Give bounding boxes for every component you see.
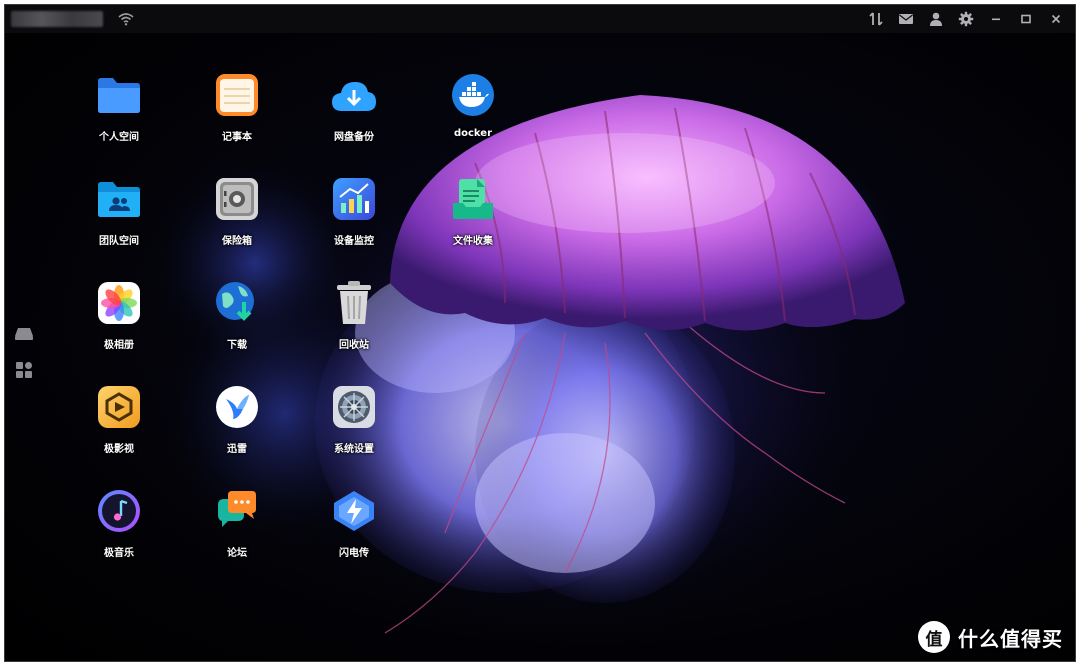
app-download[interactable]: 下载 [192, 279, 282, 351]
app-label: 迅雷 [227, 444, 247, 455]
folder-icon [95, 71, 143, 119]
cloud-upload-icon [330, 71, 378, 119]
app-label: 记事本 [222, 132, 252, 143]
team-folder-icon [95, 175, 143, 223]
download-globe-icon [213, 279, 261, 327]
app-system-settings[interactable]: 系统设置 [309, 383, 399, 455]
monitor-chart-icon [330, 175, 378, 223]
app-thunder[interactable]: 迅雷 [192, 383, 282, 455]
app-docker[interactable]: docker [428, 71, 518, 139]
transfer-icon[interactable] [865, 9, 887, 29]
app-team-space[interactable]: 团队空间 [74, 175, 164, 247]
title-bar [5, 5, 1075, 33]
settings-icon[interactable] [955, 9, 977, 29]
app-window: 个人空间 团队空间 极相册 极影视 极音乐 记事本 保险箱 下载 迅雷 论坛 网… [4, 4, 1076, 662]
window-title-blurred [11, 11, 103, 27]
app-photos[interactable]: 极相册 [74, 279, 164, 351]
app-personal-space[interactable]: 个人空间 [74, 71, 164, 143]
video-icon [95, 383, 143, 431]
app-label: 极相册 [104, 340, 134, 351]
notepad-icon [213, 71, 261, 119]
app-file-collect[interactable]: 文件收集 [428, 175, 518, 247]
app-label: 下载 [227, 340, 247, 351]
app-recycle-bin[interactable]: 回收站 [309, 279, 399, 351]
app-label: 文件收集 [453, 236, 493, 247]
close-icon[interactable] [1045, 9, 1067, 29]
safe-icon [213, 175, 261, 223]
watermark-text: 什么值得买 [958, 626, 1063, 651]
wifi-icon [117, 10, 135, 28]
app-safe[interactable]: 保险箱 [192, 175, 282, 247]
app-notepad[interactable]: 记事本 [192, 71, 282, 143]
app-device-monitor[interactable]: 设备监控 [309, 175, 399, 247]
app-label: 网盘备份 [334, 132, 374, 143]
photos-icon [95, 279, 143, 327]
apps-grid-icon[interactable] [13, 359, 35, 381]
app-forum[interactable]: 论坛 [192, 487, 282, 559]
app-label: 回收站 [339, 340, 369, 351]
watermark-logo-icon: 值 [918, 621, 950, 653]
app-label: 设备监控 [334, 236, 374, 247]
drive-icon[interactable] [13, 323, 35, 345]
app-music[interactable]: 极音乐 [74, 487, 164, 559]
minimize-icon[interactable] [985, 9, 1007, 29]
file-collect-icon [449, 175, 497, 223]
app-cloud-backup[interactable]: 网盘备份 [309, 71, 399, 143]
forum-chat-icon [213, 487, 261, 535]
trash-icon [330, 279, 378, 327]
flash-transfer-icon [330, 487, 378, 535]
watermark: 值 什么值得买 [918, 621, 1063, 653]
docker-icon [449, 71, 497, 119]
desktop-area: 个人空间 团队空间 极相册 极影视 极音乐 记事本 保险箱 下载 迅雷 论坛 网… [5, 33, 1075, 661]
music-icon [95, 487, 143, 535]
app-label: 团队空间 [99, 236, 139, 247]
app-label: 保险箱 [222, 236, 252, 247]
mail-icon[interactable] [895, 9, 917, 29]
user-icon[interactable] [925, 9, 947, 29]
thunder-bird-icon [213, 383, 261, 431]
app-label: docker [453, 128, 493, 139]
app-label: 论坛 [227, 548, 247, 559]
maximize-icon[interactable] [1015, 9, 1037, 29]
jellyfish-wallpaper [145, 95, 905, 653]
app-label: 系统设置 [334, 444, 374, 455]
app-label: 个人空间 [99, 132, 139, 143]
app-label: 极音乐 [104, 548, 134, 559]
app-label: 闪电传 [339, 548, 369, 559]
app-video[interactable]: 极影视 [74, 383, 164, 455]
system-settings-icon [330, 383, 378, 431]
app-flash-transfer[interactable]: 闪电传 [309, 487, 399, 559]
app-label: 极影视 [104, 444, 134, 455]
